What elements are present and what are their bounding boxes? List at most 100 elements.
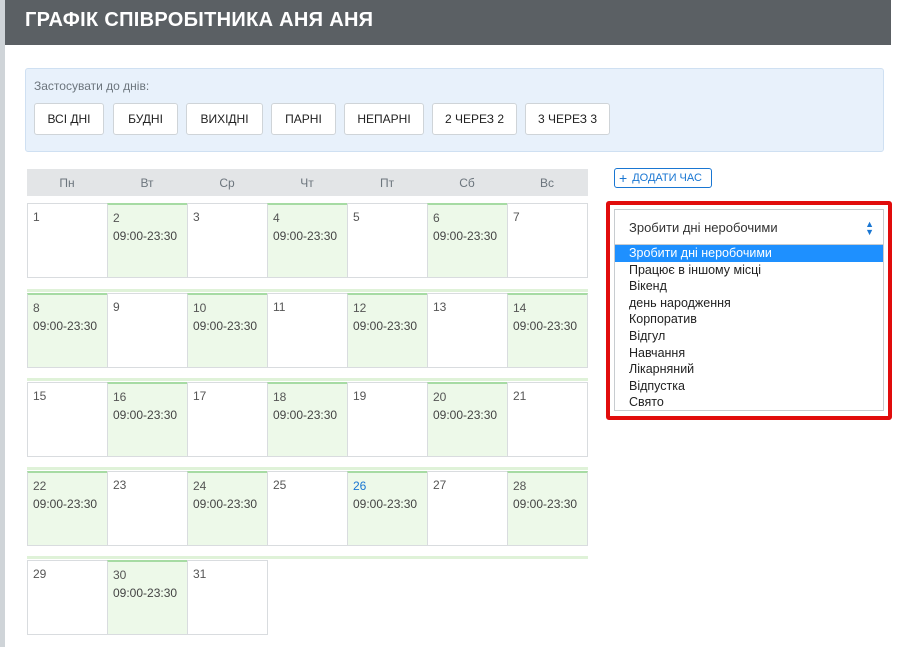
weekday-label: Сб — [459, 176, 475, 190]
add-time-label: ДОДАТИ ЧАС — [632, 172, 702, 184]
option-vacation[interactable]: Відпустка — [615, 378, 883, 395]
day-number: 14 — [513, 301, 527, 315]
calendar-day-cell[interactable]: 19 — [347, 382, 428, 457]
day-work-hours: 09:00-23:30 — [353, 497, 418, 511]
option-make-non-working[interactable]: Зробити дні неробочими — [615, 245, 883, 262]
day-status-selected-value: Зробити дні неробочими — [629, 219, 778, 235]
calendar-day-cell[interactable]: 17 — [187, 382, 268, 457]
calendar-day-cell[interactable]: 26 09:00-23:30 — [347, 471, 428, 546]
calendar-day-cell[interactable]: 18 09:00-23:30 — [267, 382, 348, 457]
calendar-day-cell[interactable]: 29 — [27, 560, 108, 635]
day-number: 2 — [113, 211, 120, 225]
week-row-separator — [27, 467, 588, 470]
day-number: 3 — [193, 210, 200, 224]
option-day-off[interactable]: Відгул — [615, 328, 883, 345]
schedule-modal: ГРАФІК СПІВРОБІТНИКА АНЯ АНЯ Застосувати… — [5, 0, 892, 647]
calendar-day-cell[interactable]: 10 09:00-23:30 — [187, 293, 268, 368]
option-sick-leave[interactable]: Лікарняний — [615, 361, 883, 378]
day-number: 7 — [513, 210, 520, 224]
calendar-day-cell[interactable]: 14 09:00-23:30 — [507, 293, 588, 368]
plus-icon: + — [619, 170, 628, 186]
day-work-hours: 09:00-23:30 — [33, 319, 98, 333]
calendar-day-cell[interactable]: 30 09:00-23:30 — [107, 560, 188, 635]
day-number: 6 — [433, 211, 440, 225]
calendar-day-cell[interactable]: 31 — [187, 560, 268, 635]
day-number: 26 — [353, 479, 367, 493]
option-birthday[interactable]: день народження — [615, 295, 883, 312]
day-number: 18 — [273, 390, 287, 404]
calendar-day-cell[interactable]: 7 — [507, 203, 588, 278]
calendar-day-cell[interactable]: 4 09:00-23:30 — [267, 203, 348, 278]
day-work-hours: 09:00-23:30 — [273, 408, 338, 422]
day-work-hours: 09:00-23:30 — [193, 319, 258, 333]
calendar-day-cell[interactable]: 8 09:00-23:30 — [27, 293, 108, 368]
day-number: 10 — [193, 301, 207, 315]
day-number: 17 — [193, 389, 207, 403]
day-number: 12 — [353, 301, 367, 315]
weekday-label: Вс — [539, 176, 554, 190]
calendar-day-cell[interactable]: 6 09:00-23:30 — [427, 203, 508, 278]
calendar-day-cell[interactable]: 20 09:00-23:30 — [427, 382, 508, 457]
day-work-hours: 09:00-23:30 — [433, 229, 498, 243]
option-weekend[interactable]: Вікенд — [615, 278, 883, 295]
option-works-elsewhere[interactable]: Працює в іншому місці — [615, 262, 883, 279]
calendar-day-cell[interactable]: 1 — [27, 203, 108, 278]
day-number: 22 — [33, 479, 47, 493]
day-number: 30 — [113, 568, 127, 582]
calendar-day-cell[interactable]: 5 — [347, 203, 428, 278]
day-number: 20 — [433, 390, 447, 404]
day-work-hours: 09:00-23:30 — [113, 229, 178, 243]
option-holiday[interactable]: Свято — [615, 394, 883, 411]
calendar-day-cell[interactable]: 28 09:00-23:30 — [507, 471, 588, 546]
three-by-three-button[interactable]: 3 ЧЕРЕЗ 3 — [525, 103, 610, 135]
day-number: 13 — [433, 300, 447, 314]
apply-to-days-panel: Застосувати до днів: ВСІ ДНІ БУДНІ ВИХІД… — [25, 68, 884, 152]
day-number: 25 — [273, 478, 287, 492]
two-by-two-button[interactable]: 2 ЧЕРЕЗ 2 — [432, 103, 517, 135]
weekday-label: Чт — [300, 176, 314, 190]
all-days-button[interactable]: ВСІ ДНІ — [34, 103, 104, 135]
day-work-hours: 09:00-23:30 — [353, 319, 418, 333]
calendar-day-cell[interactable]: 2 09:00-23:30 — [107, 203, 188, 278]
week-row-separator — [27, 378, 588, 381]
calendar-day-cell[interactable]: 9 — [107, 293, 188, 368]
weekday-label: Вт — [140, 176, 154, 190]
day-work-hours: 09:00-23:30 — [513, 497, 578, 511]
sort-arrows-icon: ▲ ▼ — [865, 219, 874, 237]
weekday-label: Ср — [219, 176, 235, 190]
calendar-day-cell[interactable]: 13 — [427, 293, 508, 368]
calendar-day-cell[interactable]: 3 — [187, 203, 268, 278]
calendar-day-cell[interactable]: 15 — [27, 382, 108, 457]
week-row-separator — [27, 556, 588, 559]
calendar-day-cell[interactable]: 11 — [267, 293, 348, 368]
day-work-hours: 09:00-23:30 — [113, 408, 178, 422]
day-number: 15 — [33, 389, 47, 403]
add-time-button[interactable]: + ДОДАТИ ЧАС — [614, 168, 712, 188]
even-days-button[interactable]: ПАРНІ — [271, 103, 336, 135]
calendar-day-cell[interactable]: 12 09:00-23:30 — [347, 293, 428, 368]
calendar-day-cell[interactable]: 25 — [267, 471, 348, 546]
calendar-day-cell[interactable]: 22 09:00-23:30 — [27, 471, 108, 546]
day-number: 4 — [273, 211, 280, 225]
day-number: 9 — [113, 300, 120, 314]
calendar-day-cell[interactable]: 23 — [107, 471, 188, 546]
weekends-button[interactable]: ВИХІДНІ — [186, 103, 263, 135]
calendar-day-cell[interactable]: 27 — [427, 471, 508, 546]
day-work-hours: 09:00-23:30 — [33, 497, 98, 511]
day-number: 27 — [433, 478, 447, 492]
modal-title: ГРАФІК СПІВРОБІТНИКА АНЯ АНЯ — [25, 9, 374, 31]
day-work-hours: 09:00-23:30 — [273, 229, 338, 243]
calendar-day-cell[interactable]: 24 09:00-23:30 — [187, 471, 268, 546]
option-training[interactable]: Навчання — [615, 345, 883, 362]
weekdays-button[interactable]: БУДНІ — [113, 103, 178, 135]
day-number: 23 — [113, 478, 127, 492]
day-number: 19 — [353, 389, 367, 403]
odd-days-button[interactable]: НЕПАРНІ — [344, 103, 424, 135]
day-work-hours: 09:00-23:30 — [433, 408, 498, 422]
apply-to-days-label: Застосувати до днів: — [34, 79, 150, 93]
option-corporate[interactable]: Корпоратив — [615, 311, 883, 328]
day-work-hours: 09:00-23:30 — [513, 319, 578, 333]
calendar-day-cell[interactable]: 21 — [507, 382, 588, 457]
day-status-select[interactable]: Зробити дні неробочими ▲ ▼ — [614, 209, 884, 245]
calendar-day-cell[interactable]: 16 09:00-23:30 — [107, 382, 188, 457]
